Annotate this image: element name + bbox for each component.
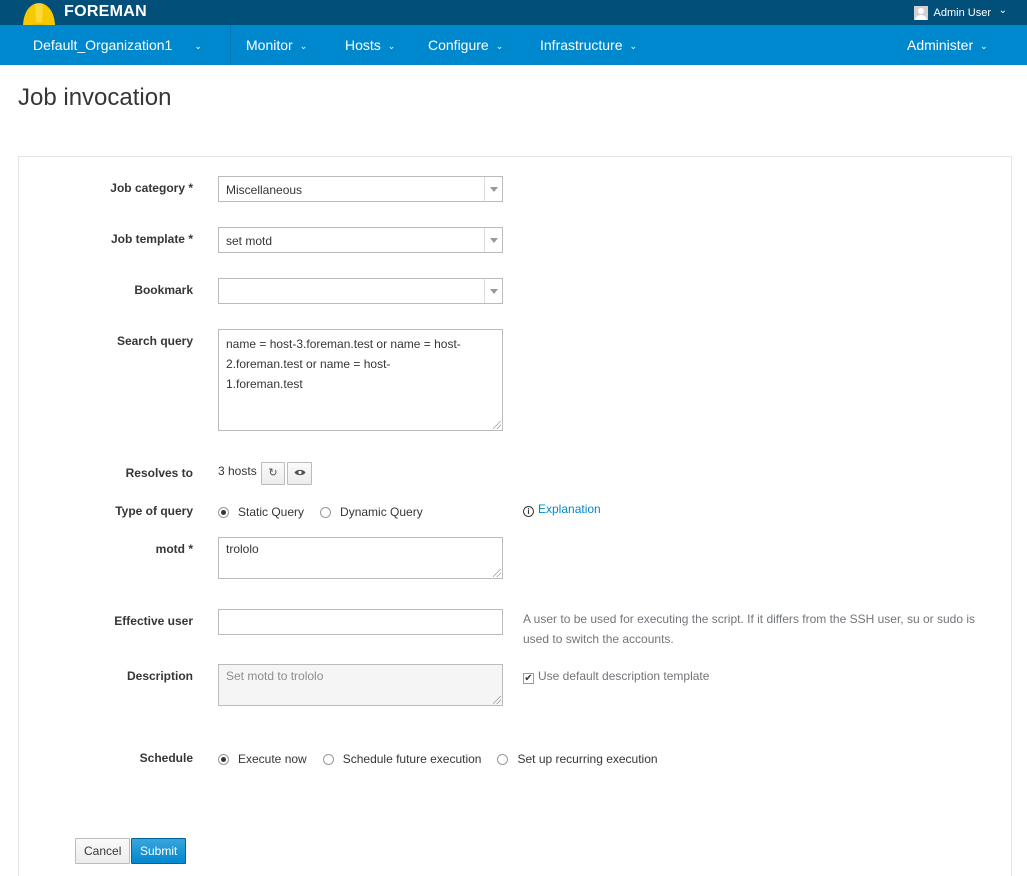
- cancel-button[interactable]: Cancel: [75, 838, 131, 864]
- static-query-label[interactable]: Static Query: [238, 505, 304, 519]
- nav-label: Hosts: [345, 37, 381, 53]
- motd-textarea[interactable]: trololo: [218, 537, 503, 579]
- eye-icon: [294, 469, 305, 476]
- job-category-select[interactable]: Miscellaneous: [218, 176, 503, 202]
- static-query-radio[interactable]: [218, 506, 229, 518]
- nav-item-monitor[interactable]: Monitor ⌄: [246, 25, 307, 65]
- dropdown-arrow-icon[interactable]: [484, 177, 502, 201]
- type-of-query-label: Type of query: [115, 504, 193, 518]
- chevron-down-icon: ⌄: [629, 41, 638, 51]
- main-navbar: Default_Organization1 ⌄ Monitor ⌄ Hosts ⌄ C…: [0, 25, 1027, 65]
- resize-grip-icon[interactable]: [493, 421, 501, 429]
- job-category-value: Miscellaneous: [226, 183, 303, 197]
- submit-button[interactable]: Submit: [131, 838, 187, 864]
- user-name: Admin User: [933, 7, 991, 19]
- nav-label: Infrastructure: [540, 37, 623, 53]
- effective-user-input[interactable]: [218, 609, 503, 635]
- nav-label: Configure: [428, 37, 489, 53]
- motd-label: motd *: [155, 542, 193, 556]
- search-query-line: name = host-3.foreman.test or name = hos…: [226, 337, 461, 351]
- preview-hosts-button[interactable]: [287, 462, 312, 485]
- effective-user-label: Effective user: [114, 614, 193, 628]
- description-label: Description: [126, 669, 193, 683]
- effective-user-help: A user to be used for executing the scri…: [523, 612, 975, 646]
- recurring-execution-radio[interactable]: [497, 753, 509, 765]
- page-title: Job invocation: [18, 84, 172, 111]
- search-query-line: 1.foreman.test: [226, 377, 303, 391]
- recurring-execution-label[interactable]: Set up recurring execution: [517, 752, 657, 766]
- nav-divider: [230, 25, 231, 65]
- schedule-group: Execute now Schedule future execution Se…: [218, 752, 674, 766]
- nav-label: Administer: [907, 37, 974, 53]
- brand-name[interactable]: FOREMAN: [64, 3, 147, 21]
- use-default-description-label[interactable]: Use default description template: [538, 669, 709, 683]
- nav-item-administer[interactable]: Administer ⌄: [907, 25, 988, 65]
- dynamic-query-radio[interactable]: [320, 506, 332, 518]
- top-bar: FOREMAN Admin User ⌄: [0, 0, 1027, 32]
- explanation-link-wrap: i Explanation: [523, 499, 1003, 519]
- resize-grip-icon[interactable]: [493, 696, 501, 704]
- resolved-hosts-count[interactable]: 3 hosts: [218, 464, 257, 478]
- dynamic-query-label[interactable]: Dynamic Query: [340, 505, 423, 519]
- description-value: Set motd to trololo: [226, 669, 324, 683]
- chevron-down-icon: ⌄: [387, 41, 396, 51]
- bookmark-select[interactable]: [218, 278, 503, 304]
- use-default-description-row: ✔ Use default description template: [523, 666, 1003, 686]
- schedule-label: Schedule: [139, 751, 193, 765]
- dropdown-arrow-icon[interactable]: [484, 279, 502, 303]
- job-category-label: Job category *: [110, 181, 193, 195]
- explanation-link[interactable]: Explanation: [538, 502, 601, 516]
- job-template-select[interactable]: set motd: [218, 227, 503, 253]
- info-circle-icon: i: [523, 506, 534, 517]
- schedule-future-label[interactable]: Schedule future execution: [343, 752, 482, 766]
- job-template-value: set motd: [226, 234, 273, 248]
- org-switcher[interactable]: Default_Organization1 ⌄: [33, 25, 202, 65]
- chevron-down-icon: ⌄: [998, 5, 1007, 16]
- user-menu[interactable]: Admin User ⌄: [913, 5, 1007, 20]
- description-textarea[interactable]: Set motd to trololo: [218, 664, 503, 706]
- execute-now-label[interactable]: Execute now: [238, 752, 307, 766]
- search-query-label: Search query: [116, 334, 193, 348]
- motd-value: trololo: [226, 542, 259, 556]
- nav-label: Monitor: [246, 37, 293, 53]
- chevron-down-icon: ⌄: [495, 41, 504, 51]
- resize-grip-icon[interactable]: [493, 569, 501, 577]
- org-label: Default_Organization1: [33, 37, 173, 53]
- chevron-down-icon: ⌄: [980, 41, 988, 51]
- refresh-button[interactable]: ↻: [261, 462, 285, 485]
- user-avatar-icon: [913, 6, 928, 20]
- nav-item-configure[interactable]: Configure ⌄: [428, 25, 503, 65]
- nav-item-hosts[interactable]: Hosts ⌄: [345, 25, 395, 65]
- refresh-icon: ↻: [268, 467, 278, 479]
- search-query-line: 2.foreman.test or name = host-: [226, 357, 391, 371]
- chevron-down-icon: ⌄: [299, 41, 308, 51]
- execute-now-radio[interactable]: [218, 753, 229, 765]
- schedule-future-radio[interactable]: [322, 753, 334, 765]
- use-default-description-checkbox[interactable]: ✔: [523, 673, 534, 684]
- type-of-query-group: Static Query Dynamic Query: [218, 505, 439, 519]
- chevron-down-icon: ⌄: [194, 41, 202, 51]
- bookmark-label: Bookmark: [134, 283, 193, 297]
- dropdown-arrow-icon[interactable]: [484, 228, 502, 252]
- job-template-label: Job template *: [110, 232, 193, 246]
- search-query-textarea[interactable]: name = host-3.foreman.test or name = hos…: [218, 329, 503, 431]
- resolves-to-label: Resolves to: [125, 466, 193, 480]
- nav-item-infrastructure[interactable]: Infrastructure ⌄: [540, 25, 637, 65]
